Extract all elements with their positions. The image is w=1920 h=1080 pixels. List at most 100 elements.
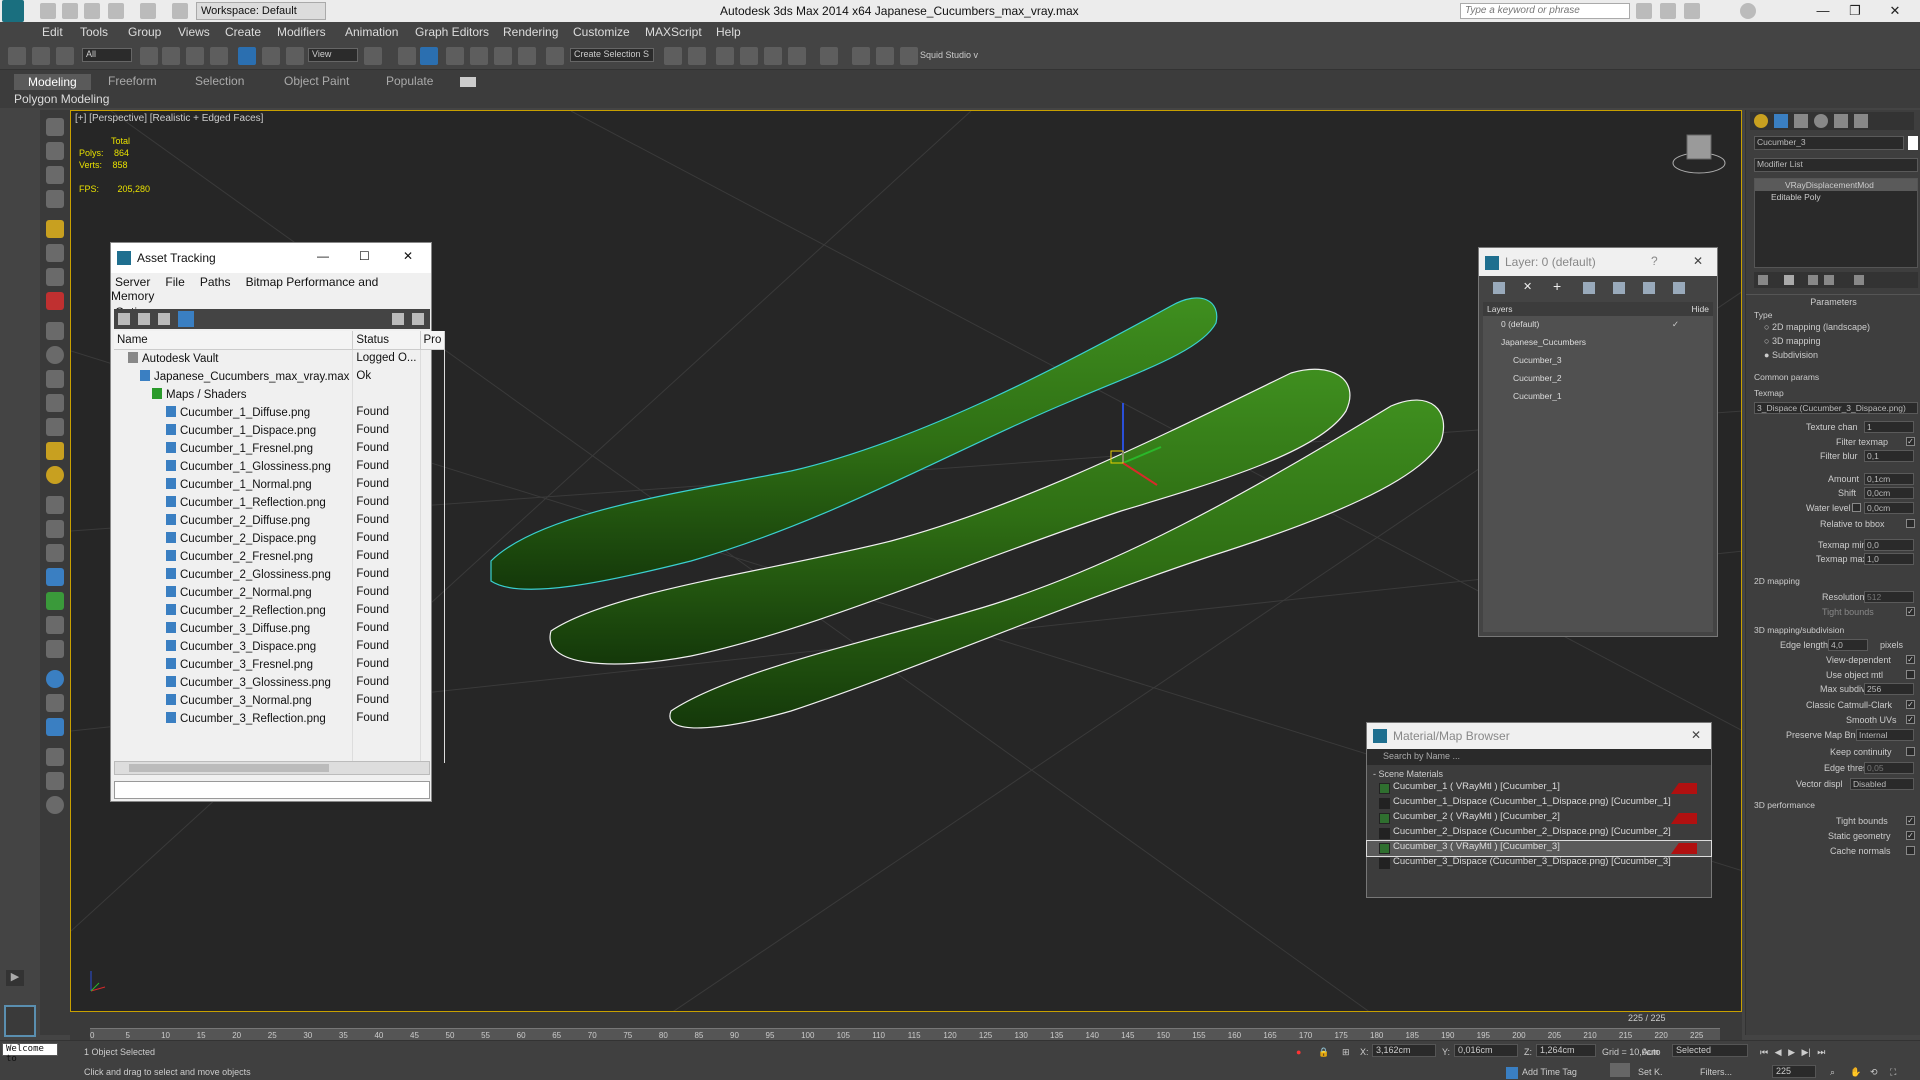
select-by-name-icon[interactable] (162, 47, 180, 65)
menu-views[interactable]: Views (178, 25, 210, 39)
pin-stack-icon[interactable] (1758, 275, 1768, 285)
rectangle-selection-icon[interactable] (186, 47, 204, 65)
preserve-dropdown[interactable]: Internal (1856, 729, 1914, 741)
motion-tab-icon[interactable] (1814, 114, 1828, 128)
water-level-checkbox[interactable] (1852, 503, 1861, 512)
create-icon[interactable] (46, 118, 64, 136)
undo-icon[interactable] (108, 3, 124, 19)
rotate-icon[interactable] (262, 47, 280, 65)
viewport-label[interactable]: [+] [Perspective] [Realistic + Edged Fac… (75, 113, 263, 124)
material-editor-icon[interactable] (820, 47, 838, 65)
asset-row[interactable]: Cucumber_3_Dispace.png Found (114, 637, 446, 655)
layer-col-hide[interactable]: Hide (1692, 304, 1709, 314)
tab-selection[interactable]: Selection (195, 74, 244, 88)
tight-bounds-checkbox[interactable]: ✓ (1906, 607, 1915, 616)
texture-chan-spinner[interactable]: 1 (1864, 421, 1914, 433)
add-time-tag[interactable]: Add Time Tag (1522, 1067, 1577, 1077)
type-subdiv-radio[interactable]: ● Subdivision (1764, 350, 1818, 360)
menu-rendering[interactable]: Rendering (503, 25, 558, 39)
select-manipulate-icon[interactable] (398, 47, 416, 65)
texmap-max-spinner[interactable]: 1,0 (1864, 553, 1914, 565)
col-name[interactable]: Name (114, 331, 354, 350)
zoom-icon[interactable]: ⌕ (1830, 1067, 1835, 1078)
material-item[interactable]: Cucumber_1 ( VRayMtl ) [Cucumber_1] (1367, 781, 1711, 796)
cucumber-1-mesh[interactable] (490, 297, 1218, 590)
hierarchy-icon[interactable] (46, 166, 64, 184)
asset-row[interactable]: Cucumber_2_Dispace.png Found (114, 529, 446, 547)
asset-row[interactable]: Cucumber_1_Diffuse.png Found (114, 403, 446, 421)
object-color-swatch[interactable] (1908, 136, 1918, 150)
align-icon[interactable] (688, 47, 706, 65)
reference-coordinate-dropdown[interactable]: View (308, 48, 358, 62)
asset-row[interactable]: Cucumber_3_Normal.png Found (114, 691, 446, 709)
view-cube[interactable] (1672, 134, 1726, 174)
motion-icon[interactable] (46, 190, 64, 208)
play-icon[interactable]: ▶ (6, 970, 24, 986)
asset-row[interactable]: Cucumber_1_Glossiness.png Found (114, 457, 446, 475)
object-name-field[interactable]: Cucumber_3 (1754, 136, 1904, 150)
fur-icon[interactable] (46, 544, 64, 562)
cache-normals-checkbox[interactable] (1906, 846, 1915, 855)
edge-thresh-spinner[interactable]: 0,05 (1864, 762, 1914, 774)
project-folder-icon[interactable] (172, 3, 188, 19)
new-layer-icon[interactable] (1493, 282, 1505, 294)
asset-menu-server[interactable]: Server (115, 275, 150, 289)
current-frame-field[interactable]: 225 (1772, 1065, 1816, 1078)
asset-settings-icon[interactable] (412, 313, 424, 325)
angle-snap-icon[interactable] (470, 47, 488, 65)
material-item[interactable]: Cucumber_3_Dispace (Cucumber_3_Dispace.p… (1367, 856, 1711, 871)
material-sphere-icon[interactable] (46, 670, 64, 688)
time-tag-icon[interactable] (1506, 1067, 1518, 1079)
keyboard-shortcut-icon[interactable] (420, 47, 438, 65)
pivot-center-icon[interactable] (364, 47, 382, 65)
asset-row[interactable]: Cucumber_2_Diffuse.png Found (114, 511, 446, 529)
asset-menu-file[interactable]: File (165, 275, 184, 289)
asset-row[interactable]: Cucumber_1_Dispace.png Found (114, 421, 446, 439)
gear-icon[interactable] (46, 640, 64, 658)
bone-icon[interactable] (46, 616, 64, 634)
menu-create[interactable]: Create (225, 25, 261, 39)
texmap-button[interactable]: 3_Dispace (Cucumber_3_Dispace.png) (1754, 402, 1918, 414)
vray-proxy-icon[interactable] (46, 520, 64, 538)
spacewarp-icon[interactable] (46, 292, 64, 310)
new-file-icon[interactable] (40, 3, 56, 19)
minimize-button[interactable]: — (1808, 3, 1838, 19)
menu-animation[interactable]: Animation (345, 25, 398, 39)
snaps-toggle-icon[interactable] (446, 47, 464, 65)
save-file-icon[interactable] (84, 3, 100, 19)
asset-menu-paths[interactable]: Paths (200, 275, 231, 289)
modify-icon[interactable] (46, 142, 64, 160)
edge-length-spinner[interactable]: 4,0 (1828, 639, 1868, 651)
orbit-icon[interactable]: ⟲ (1870, 1067, 1878, 1078)
menu-customize[interactable]: Customize (573, 25, 630, 39)
layer-row[interactable]: Japanese_Cucumbers (1483, 334, 1713, 352)
show-end-result-icon[interactable] (1784, 275, 1794, 285)
select-and-move-icon[interactable] (238, 47, 256, 65)
omni-icon[interactable] (46, 466, 64, 484)
particles-icon[interactable] (46, 496, 64, 514)
material-item[interactable]: Cucumber_2 ( VRayMtl ) [Cucumber_2] (1367, 811, 1711, 826)
tab-object-paint[interactable]: Object Paint (284, 74, 349, 88)
delete-layer-icon[interactable]: ✕ (1523, 280, 1532, 293)
modify-tab-icon[interactable] (1774, 114, 1788, 128)
cylinder-icon[interactable] (46, 370, 64, 388)
asset-scroll-thumb[interactable] (129, 764, 329, 772)
add-to-layer-icon[interactable]: + (1553, 278, 1561, 294)
helper-icon[interactable] (46, 268, 64, 286)
layer-close-button[interactable]: ✕ (1693, 254, 1703, 268)
stack-item-editpoly[interactable]: Editable Poly (1755, 191, 1917, 203)
menu-edit[interactable]: Edit (42, 25, 63, 39)
unlink-icon[interactable] (32, 47, 50, 65)
material-item[interactable]: Cucumber_1_Dispace (Cucumber_1_Dispace.p… (1367, 796, 1711, 811)
asset-row[interactable]: Cucumber_1_Normal.png Found (114, 475, 446, 493)
close-button[interactable]: ✕ (1880, 3, 1910, 19)
sun-icon[interactable] (46, 442, 64, 460)
torus-icon[interactable] (46, 394, 64, 412)
select-object-icon[interactable] (140, 47, 158, 65)
tab-freeform[interactable]: Freeform (108, 74, 157, 88)
maxscript-mini-listener[interactable]: Welcome to (2, 1043, 58, 1064)
maximize-viewport-icon[interactable]: ⛶ (1890, 1067, 1896, 1078)
plant-icon[interactable] (46, 592, 64, 610)
auto-key-button[interactable]: Auto (1642, 1047, 1661, 1057)
pan-icon[interactable]: ✋ (1850, 1067, 1861, 1078)
